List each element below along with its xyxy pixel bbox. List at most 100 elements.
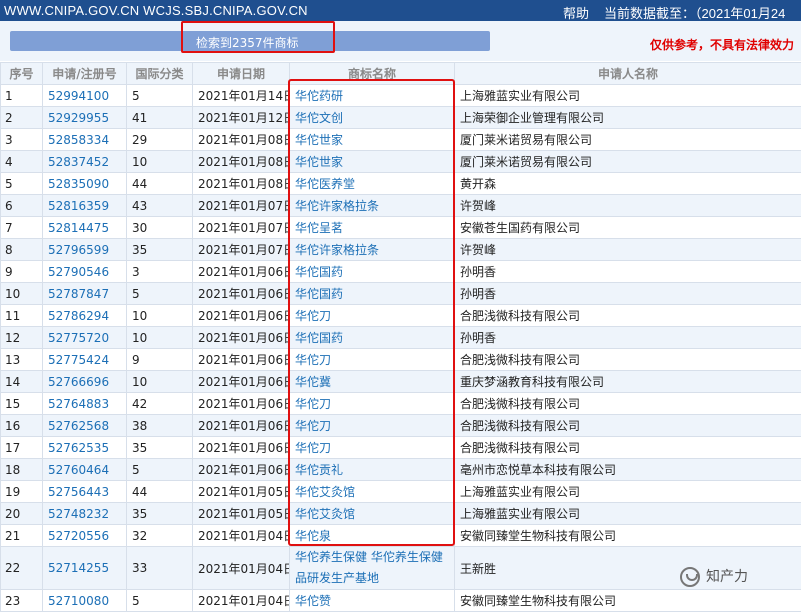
cell-trademark-name[interactable]: 华佗许家格拉条 [289, 238, 455, 261]
cell-applicant: 上海雅蓝实业有限公司 [454, 502, 801, 525]
cell-date: 2021年01月07日 [192, 216, 290, 239]
cell-date: 2021年01月04日 [192, 524, 290, 547]
cell-trademark-name[interactable]: 华佗医养堂 [289, 172, 455, 195]
cell-reg-number[interactable]: 52796599 [42, 238, 127, 261]
cell-reg-number[interactable]: 52790546 [42, 260, 127, 283]
cell-reg-number[interactable]: 52748232 [42, 502, 127, 525]
cell-reg-number[interactable]: 52720556 [42, 524, 127, 547]
cell-index: 8 [0, 238, 43, 261]
cell-trademark-name[interactable]: 华佗刀 [289, 436, 455, 459]
cell-reg-number[interactable]: 52837452 [42, 150, 127, 173]
cell-trademark-name[interactable]: 华佗呈茗 [289, 216, 455, 239]
col-header-applicant[interactable]: 申请人名称 [454, 62, 801, 85]
cell-trademark-name[interactable]: 华佗艾灸馆 [289, 480, 455, 503]
cell-trademark-name[interactable]: 华佗国药 [289, 282, 455, 305]
cell-reg-number[interactable]: 52775424 [42, 348, 127, 371]
cell-index: 23 [0, 589, 43, 612]
table-row: 20 52748232 35 2021年01月05日 华佗艾灸馆 上海雅蓝实业有限公司 [0, 502, 801, 525]
cell-reg-number[interactable]: 52835090 [42, 172, 127, 195]
cell-index: 4 [0, 150, 43, 173]
cell-applicant: 孙明香 [454, 326, 801, 349]
cell-reg-number[interactable]: 52816359 [42, 194, 127, 217]
cell-reg-number[interactable]: 52814475 [42, 216, 127, 239]
cell-index: 3 [0, 128, 43, 151]
cell-reg-number[interactable]: 52775720 [42, 326, 127, 349]
cell-trademark-name[interactable]: 华佗文创 [289, 106, 455, 129]
cell-applicant: 厦门莱米诺贸易有限公司 [454, 128, 801, 151]
table-row: 5 52835090 44 2021年01月08日 华佗医养堂 黄开森 [0, 172, 801, 195]
cell-trademark-name[interactable]: 华佗养生保健 华佗养生保健品研发生产基地 [289, 546, 455, 590]
cell-trademark-name[interactable]: 华佗世家 [289, 128, 455, 151]
cell-date: 2021年01月06日 [192, 370, 290, 393]
cell-reg-number[interactable]: 52994100 [42, 84, 127, 107]
cell-applicant: 安徽同臻堂生物科技有限公司 [454, 589, 801, 612]
cell-date: 2021年01月12日 [192, 106, 290, 129]
cell-trademark-name[interactable]: 华佗刀 [289, 392, 455, 415]
col-header-class[interactable]: 国际分类 [126, 62, 193, 85]
cell-trademark-name[interactable]: 华佗世家 [289, 150, 455, 173]
cell-reg-number[interactable]: 52764883 [42, 392, 127, 415]
cell-class: 33 [126, 546, 193, 590]
cell-trademark-name[interactable]: 华佗赞 [289, 589, 455, 612]
cell-reg-number[interactable]: 52766696 [42, 370, 127, 393]
cell-trademark-name[interactable]: 华佗国药 [289, 260, 455, 283]
table-row: 12 52775720 10 2021年01月06日 华佗国药 孙明香 [0, 326, 801, 349]
table-row: 4 52837452 10 2021年01月08日 华佗世家 厦门莱米诺贸易有限公司 [0, 150, 801, 173]
cell-reg-number[interactable]: 52929955 [42, 106, 127, 129]
col-header-reg-number[interactable]: 申请/注册号 [42, 62, 127, 85]
cell-applicant: 安徽同臻堂生物科技有限公司 [454, 524, 801, 547]
cell-class: 35 [126, 238, 193, 261]
cell-date: 2021年01月04日 [192, 546, 290, 590]
cell-class: 44 [126, 172, 193, 195]
cell-reg-number[interactable]: 52714255 [42, 546, 127, 590]
search-info-bar: 检索到2357件商标 仅供参考，不具有法律效力 [0, 21, 801, 61]
cell-trademark-name[interactable]: 华佗艾灸馆 [289, 502, 455, 525]
col-header-index: 序号 [0, 62, 43, 85]
table-row: 17 52762535 35 2021年01月06日 华佗刀 合肥浅微科技有限公司 [0, 436, 801, 459]
cell-trademark-name[interactable]: 华佗药研 [289, 84, 455, 107]
cell-index: 14 [0, 370, 43, 393]
cell-trademark-name[interactable]: 华佗泉 [289, 524, 455, 547]
cell-class: 5 [126, 84, 193, 107]
cell-trademark-name[interactable]: 华佗冀 [289, 370, 455, 393]
cell-index: 10 [0, 282, 43, 305]
cell-date: 2021年01月05日 [192, 502, 290, 525]
cell-trademark-name[interactable]: 华佗贡礼 [289, 458, 455, 481]
cell-date: 2021年01月05日 [192, 480, 290, 503]
cell-reg-number[interactable]: 52756443 [42, 480, 127, 503]
cell-reg-number[interactable]: 52760464 [42, 458, 127, 481]
cell-trademark-name[interactable]: 华佗刀 [289, 414, 455, 437]
col-header-date[interactable]: 申请日期 [192, 62, 290, 85]
table-row: 9 52790546 3 2021年01月06日 华佗国药 孙明香 [0, 260, 801, 283]
cell-class: 9 [126, 348, 193, 371]
watermark: 知产力 [680, 566, 748, 588]
cell-class: 10 [126, 326, 193, 349]
cell-trademark-name[interactable]: 华佗刀 [289, 348, 455, 371]
watermark-text: 知产力 [706, 568, 748, 584]
cell-applicant: 重庆梦涵教育科技有限公司 [454, 370, 801, 393]
cell-date: 2021年01月08日 [192, 172, 290, 195]
help-link[interactable]: 帮助 [563, 3, 589, 22]
table-row: 14 52766696 10 2021年01月06日 华佗冀 重庆梦涵教育科技有限公司 [0, 370, 801, 393]
cell-reg-number[interactable]: 52762535 [42, 436, 127, 459]
cell-reg-number[interactable]: 52762568 [42, 414, 127, 437]
cell-trademark-name[interactable]: 华佗刀 [289, 304, 455, 327]
table-row: 8 52796599 35 2021年01月07日 华佗许家格拉条 许贺峰 [0, 238, 801, 261]
cell-reg-number[interactable]: 52710080 [42, 589, 127, 612]
site-urls[interactable]: WWW.CNIPA.GOV.CN WCJS.SBJ.CNIPA.GOV.CN [4, 3, 308, 18]
table-header-row: 序号 申请/注册号 国际分类 申请日期 商标名称 申请人名称 [0, 62, 801, 85]
cell-applicant: 合肥浅微科技有限公司 [454, 304, 801, 327]
col-header-trademark-name[interactable]: 商标名称 [289, 62, 455, 85]
cell-index: 11 [0, 304, 43, 327]
cell-applicant: 合肥浅微科技有限公司 [454, 436, 801, 459]
cell-trademark-name[interactable]: 华佗许家格拉条 [289, 194, 455, 217]
table-row: 7 52814475 30 2021年01月07日 华佗呈茗 安徽苍生国药有限公司 [0, 216, 801, 239]
cell-class: 10 [126, 370, 193, 393]
cell-reg-number[interactable]: 52787847 [42, 282, 127, 305]
cell-reg-number[interactable]: 52858334 [42, 128, 127, 151]
cell-index: 18 [0, 458, 43, 481]
cell-index: 9 [0, 260, 43, 283]
cell-trademark-name[interactable]: 华佗国药 [289, 326, 455, 349]
cell-reg-number[interactable]: 52786294 [42, 304, 127, 327]
top-header-bar: WWW.CNIPA.GOV.CN WCJS.SBJ.CNIPA.GOV.CN 帮… [0, 0, 801, 40]
